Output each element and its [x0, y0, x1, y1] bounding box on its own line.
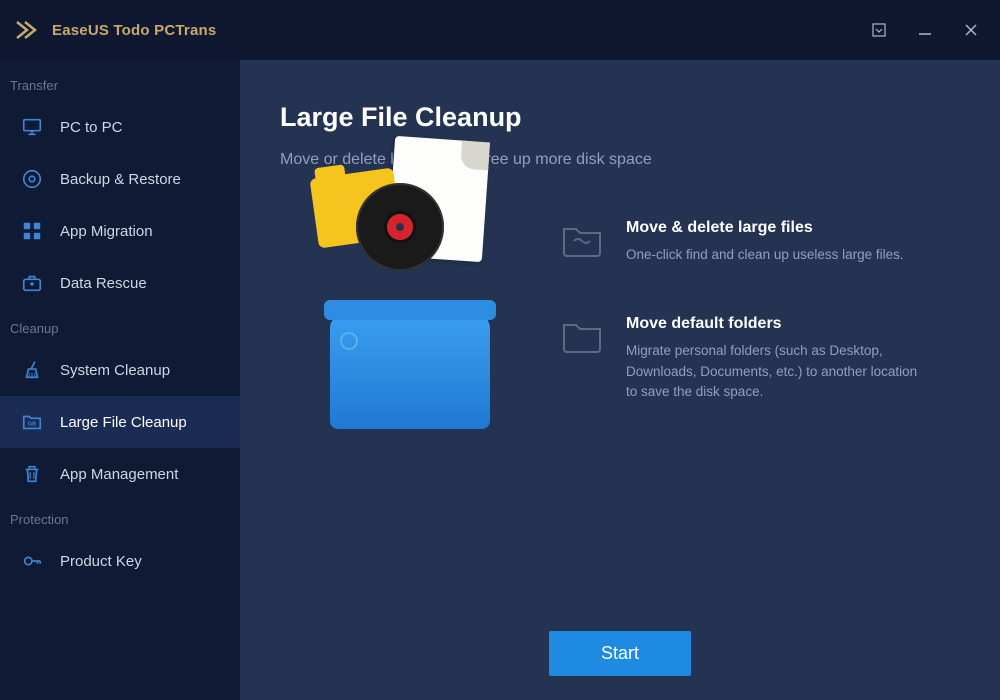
content-row: Move & delete large files One-click find… [280, 209, 960, 429]
section-label-cleanup: Cleanup [0, 309, 240, 344]
feature-desc: Migrate personal folders (such as Deskto… [626, 341, 926, 402]
sidebar-item-label: App Management [60, 466, 178, 483]
minimize-icon[interactable] [916, 21, 934, 39]
key-icon [20, 549, 44, 573]
disc-icon [20, 167, 44, 191]
monitor-icon [20, 115, 44, 139]
folder-gb-icon: GB [20, 410, 44, 434]
sidebar-item-label: PC to PC [60, 119, 123, 136]
sidebar-item-label: Large File Cleanup [60, 414, 187, 431]
cleanup-illustration [310, 219, 510, 429]
sidebar-item-label: Backup & Restore [60, 171, 181, 188]
window-controls [870, 21, 986, 39]
sidebar-item-pc-to-pc[interactable]: PC to PC [0, 101, 240, 153]
section-label-protection: Protection [0, 500, 240, 535]
sidebar: Transfer PC to PC Backup & Restore App M… [0, 60, 240, 700]
feature-title: Move & delete large files [626, 219, 904, 237]
sidebar-item-label: App Migration [60, 223, 153, 240]
sidebar-item-label: System Cleanup [60, 362, 170, 379]
dropdown-icon[interactable] [870, 21, 888, 39]
feature-list: Move & delete large files One-click find… [560, 209, 960, 402]
svg-text:GB: GB [28, 422, 36, 428]
folder-sweep-icon [560, 219, 604, 259]
logo-icon [14, 16, 42, 44]
feature-move-folders: Move default folders Migrate personal fo… [560, 315, 960, 402]
sidebar-item-backup-restore[interactable]: Backup & Restore [0, 153, 240, 205]
folder-icon [560, 315, 604, 355]
section-label-transfer: Transfer [0, 66, 240, 101]
app-logo: EaseUS Todo PCTrans [14, 16, 216, 44]
sidebar-item-large-file-cleanup[interactable]: GB Large File Cleanup [0, 396, 240, 448]
trash-icon [20, 462, 44, 486]
grid-icon [20, 219, 44, 243]
feature-title: Move default folders [626, 315, 926, 333]
feature-move-delete: Move & delete large files One-click find… [560, 219, 960, 265]
sidebar-item-product-key[interactable]: Product Key [0, 535, 240, 587]
start-button[interactable]: Start [549, 631, 691, 676]
main-panel: Large File Cleanup Move or delete large … [240, 60, 1000, 700]
sidebar-item-system-cleanup[interactable]: System Cleanup [0, 344, 240, 396]
sidebar-item-data-rescue[interactable]: Data Rescue [0, 257, 240, 309]
page-title: Large File Cleanup [280, 102, 960, 133]
briefcase-icon [20, 271, 44, 295]
feature-desc: One-click find and clean up useless larg… [626, 245, 904, 265]
sidebar-item-label: Data Rescue [60, 275, 147, 292]
sidebar-item-label: Product Key [60, 553, 142, 570]
sidebar-item-app-management[interactable]: App Management [0, 448, 240, 500]
app-title: EaseUS Todo PCTrans [52, 22, 216, 39]
titlebar: EaseUS Todo PCTrans [0, 0, 1000, 60]
close-icon[interactable] [962, 21, 980, 39]
broom-icon [20, 358, 44, 382]
sidebar-item-app-migration[interactable]: App Migration [0, 205, 240, 257]
page-subtitle: Move or delete large files to free up mo… [280, 151, 960, 169]
